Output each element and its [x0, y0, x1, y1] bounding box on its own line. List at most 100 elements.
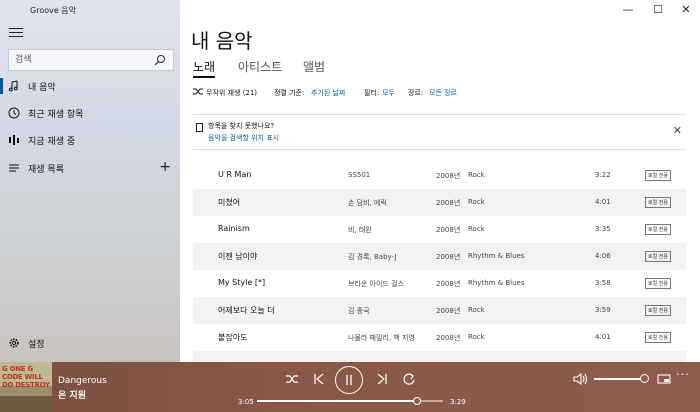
- window-controls: — ☐ ✕: [610, 0, 700, 20]
- table-row[interactable]: 붙잡아도 나몰라 패밀리, 백 지영 2008년 Rock 4:01 로컬 전용: [193, 324, 686, 351]
- song-artist[interactable]: 손 담비, 에릭: [348, 198, 387, 208]
- song-genre: Rock: [468, 306, 485, 314]
- sidebar-item-label: 재생 목록: [28, 165, 64, 175]
- table-row[interactable]: 미쳤어 손 담비, 에릭 2008년 Rock 4:01 로컬 전용: [193, 189, 686, 216]
- song-duration: 3:35: [595, 225, 611, 233]
- filter-dropdown[interactable]: 모두: [382, 88, 395, 98]
- sidebar-item-playlists[interactable]: 재생 목록 +: [0, 156, 180, 180]
- search-input[interactable]: [9, 50, 149, 70]
- search-box: [8, 49, 174, 71]
- song-artist[interactable]: 나몰라 패밀리, 백 지영: [348, 333, 415, 343]
- now-playing-bar: G ONE G CODE WILL DO DESTROY Dangerous 은…: [0, 362, 700, 412]
- elapsed-time: 3:05: [238, 398, 254, 406]
- mini-view-icon[interactable]: [654, 370, 674, 388]
- page-title: 내 음악: [191, 29, 253, 53]
- previous-button[interactable]: [309, 370, 329, 388]
- local-only-badge: 로컬 전용: [645, 332, 671, 343]
- gear-icon: [9, 338, 19, 348]
- song-title: 어제보다 오늘 더: [218, 306, 275, 315]
- close-icon[interactable]: ✕: [673, 124, 682, 137]
- volume-icon[interactable]: [571, 370, 591, 388]
- song-year: 2008년: [436, 307, 461, 315]
- song-duration: 4:06: [595, 252, 611, 260]
- minimize-button[interactable]: —: [618, 3, 638, 17]
- add-playlist-button[interactable]: +: [159, 159, 171, 175]
- volume-slider[interactable]: [594, 378, 644, 380]
- shuffle-icon[interactable]: [193, 87, 203, 96]
- song-genre: Rock: [468, 225, 485, 233]
- seek-bar-fill: [257, 400, 417, 402]
- missing-music-notice: 항목을 찾지 못했나요? 음악을 검색할 위치 표시 ✕: [193, 114, 686, 150]
- tab-albums[interactable]: 앨범: [303, 58, 325, 75]
- genre-dropdown[interactable]: 모든 장르: [429, 88, 457, 98]
- clock-icon: [8, 107, 20, 119]
- song-artist[interactable]: SS501: [348, 171, 370, 179]
- song-genre: Rock: [468, 333, 485, 341]
- local-only-badge: 로컬 전용: [645, 197, 671, 208]
- table-row[interactable]: [193, 351, 686, 362]
- notice-text: 항목을 찾지 못했나요?: [208, 122, 275, 130]
- pause-button[interactable]: [335, 366, 363, 394]
- song-artist[interactable]: 김 종국: [348, 306, 370, 316]
- search-icon[interactable]: [154, 54, 166, 66]
- song-artist[interactable]: 김 경록, Baby-J: [348, 252, 397, 262]
- song-genre: Rhythm & Blues: [468, 279, 525, 287]
- song-title: 미쳤어: [218, 198, 241, 207]
- sidebar-item-my-music[interactable]: 내 음악: [0, 74, 180, 98]
- tab-artists[interactable]: 아티스트: [238, 58, 282, 75]
- close-button[interactable]: ✕: [676, 3, 696, 17]
- table-row[interactable]: U R Man SS501 2008년 Rock 3:22 로컬 전용: [193, 162, 686, 189]
- repeat-button[interactable]: [399, 370, 419, 388]
- seek-bar[interactable]: [257, 397, 443, 405]
- song-duration: 3:59: [595, 306, 611, 314]
- seek-thumb[interactable]: [412, 397, 421, 405]
- song-title: 이젠 남이야: [218, 252, 258, 261]
- table-row[interactable]: My Style [*] 브라운 아이드 걸스 2008년 Rhythm & B…: [193, 270, 686, 297]
- tab-songs[interactable]: 노래: [193, 58, 215, 75]
- filter-label: 필터:: [364, 89, 380, 97]
- song-year: 2008년: [436, 253, 461, 261]
- song-artist[interactable]: 브라운 아이드 걸스: [348, 279, 404, 289]
- song-genre: Rhythm & Blues: [468, 252, 525, 260]
- shuffle-button[interactable]: [282, 370, 302, 388]
- local-only-badge: 로컬 전용: [645, 251, 671, 262]
- track-artist[interactable]: 은 지원: [58, 388, 86, 401]
- table-row[interactable]: 어제보다 오늘 더 김 종국 2008년 Rock 3:59 로컬 전용: [193, 297, 686, 324]
- sort-label: 정렬 기준:: [274, 89, 305, 97]
- now-playing-icon: [9, 135, 19, 145]
- sidebar-item-recent[interactable]: 최근 재생 항목: [0, 101, 180, 125]
- active-tab-indicator: [193, 76, 215, 78]
- sidebar-item-label: 최근 재생 항목: [28, 110, 84, 120]
- show-music-location-link[interactable]: 음악을 검색할 위치 표시: [208, 133, 279, 143]
- song-genre: Rock: [468, 198, 485, 206]
- local-only-badge: 로컬 전용: [645, 278, 671, 289]
- album-art-text: G ONE G CODE WILL DO DESTROY: [2, 365, 50, 389]
- next-button[interactable]: [372, 370, 392, 388]
- volume-thumb[interactable]: [640, 374, 649, 383]
- hamburger-menu-icon[interactable]: [9, 28, 23, 38]
- song-duration: 3:58: [595, 279, 611, 287]
- album-art[interactable]: G ONE G CODE WILL DO DESTROY: [0, 362, 52, 412]
- sort-dropdown[interactable]: 추가된 날짜: [311, 88, 345, 98]
- table-row[interactable]: 이젠 남이야 김 경록, Baby-J 2008년 Rhythm & Blues…: [193, 243, 686, 270]
- maximize-button[interactable]: ☐: [648, 3, 668, 17]
- sidebar-item-settings[interactable]: 설정: [0, 334, 180, 354]
- pause-icon: [346, 375, 352, 385]
- app-title: Groove 음악: [30, 6, 77, 15]
- sidebar-item-label: 내 음악: [28, 83, 56, 93]
- shuffle-all-button[interactable]: 무작위 재생 (21): [206, 88, 257, 98]
- track-title[interactable]: Dangerous: [58, 376, 107, 386]
- more-options-icon[interactable]: ···: [676, 368, 696, 386]
- sidebar: Groove 음악 내 음악 최근 재생 항목: [0, 0, 180, 362]
- local-only-badge: 로컬 전용: [645, 305, 671, 316]
- music-note-icon: [8, 80, 18, 92]
- song-year: 2008년: [436, 199, 461, 207]
- song-year: 2008년: [436, 334, 461, 342]
- song-list: U R Man SS501 2008년 Rock 3:22 로컬 전용 미쳤어 …: [193, 157, 686, 362]
- song-year: 2008년: [436, 172, 461, 180]
- remaining-time: 3:29: [450, 398, 466, 406]
- table-row[interactable]: Rainism 비, 태완 2008년 Rock 3:35 로컬 전용: [193, 216, 686, 243]
- song-artist[interactable]: 비, 태완: [348, 225, 372, 235]
- sidebar-item-label: 지금 재생 중: [28, 137, 76, 147]
- sidebar-item-now-playing[interactable]: 지금 재생 중: [0, 128, 180, 152]
